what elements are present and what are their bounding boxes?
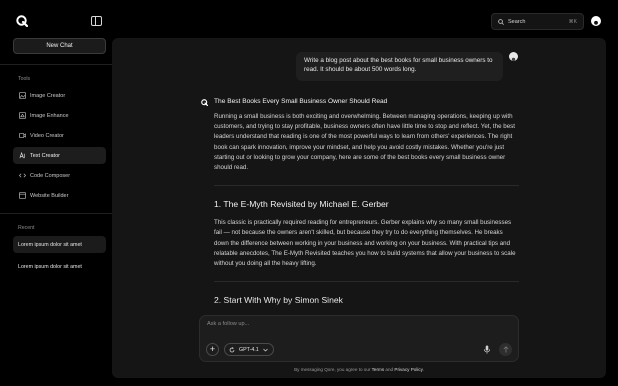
assistant-answer: The Best Books Every Small Business Owne… (214, 98, 519, 314)
user-message: Write a blog post about the best books f… (296, 52, 503, 81)
footer-suffix: . (422, 367, 424, 372)
refresh-icon (229, 346, 235, 352)
sidebar: New Chat Tools Image Creator Image Enhan… (0, 0, 112, 386)
sidebar-divider (0, 213, 112, 214)
answer-divider (214, 185, 519, 187)
image-enhance-icon (19, 112, 26, 119)
terms-link[interactable]: Terms (372, 367, 385, 372)
add-attachment-button[interactable]: + (206, 343, 219, 356)
sidebar-item-label: Image Enhance (30, 112, 69, 119)
user-icon (511, 57, 516, 61)
section-heading: 1. The E-Myth Revisited by Michael E. Ge… (214, 199, 389, 210)
sidebar-item-website-builder[interactable]: Website Builder (13, 187, 106, 204)
sidebar-item-video-creator[interactable]: Video Creator (13, 127, 106, 144)
sidebar-item-code-composer[interactable]: Code Composer (13, 167, 106, 184)
sidebar-item-text-creator[interactable]: Text Creator (13, 147, 106, 164)
sidebar-item-label: Image Creator (30, 92, 66, 99)
answer-intro: Running a small business is both excitin… (214, 113, 515, 172)
video-icon (19, 132, 26, 139)
recent-section-label: Recent (18, 225, 35, 231)
website-icon (19, 192, 26, 199)
user-icon (594, 20, 598, 25)
user-avatar[interactable] (591, 16, 601, 26)
search-shortcut: ⌘K (568, 18, 577, 25)
code-icon (19, 173, 26, 178)
model-label: GPT-4.1 (239, 346, 259, 353)
search-label: Search (508, 18, 526, 25)
text-icon (19, 152, 25, 159)
model-selector[interactable]: GPT-4.1 (224, 343, 274, 356)
new-chat-button[interactable]: New Chat (13, 38, 106, 54)
chat-panel: Write a blog post about the best books f… (112, 38, 606, 378)
footer-and: and (384, 367, 395, 372)
terms-footer: By messaging Qore, you agree to our Term… (112, 367, 606, 372)
assistant-logo-icon (201, 99, 208, 106)
answer-divider (214, 281, 519, 283)
follow-up-input[interactable]: Ask a follow up... (207, 321, 249, 327)
recent-chat-item[interactable]: Lorem ipsum dolor sit amet (13, 236, 106, 253)
footer-prefix: By messaging Qore, you agree to our (294, 367, 372, 372)
sidebar-item-label: Text Creator (30, 152, 60, 159)
user-message-avatar (509, 52, 518, 61)
image-icon (19, 92, 26, 99)
search-icon (498, 18, 504, 25)
message-composer: Ask a follow up... + GPT-4.1 (199, 315, 519, 362)
sidebar-item-label: Code Composer (30, 172, 71, 179)
arrow-up-icon (503, 346, 508, 353)
answer-title: The Best Books Every Small Business Owne… (214, 98, 388, 105)
search-button[interactable]: Search ⌘K (491, 13, 584, 30)
sidebar-toggle-icon[interactable] (91, 16, 102, 26)
section-body: This classic is practically required rea… (214, 219, 516, 268)
sidebar-item-image-creator[interactable]: Image Creator (13, 87, 106, 104)
app-logo-icon[interactable] (16, 15, 28, 27)
chevron-down-icon (262, 348, 268, 351)
microphone-icon[interactable] (483, 345, 491, 354)
sidebar-item-label: Video Creator (30, 132, 64, 139)
scroll-fade (112, 300, 606, 316)
privacy-policy-link[interactable]: Privacy Policy (394, 367, 422, 372)
send-button[interactable] (499, 343, 512, 356)
recent-chat-item[interactable]: Lorem ipsum dolor sit amet (13, 258, 106, 275)
sidebar-item-image-enhance[interactable]: Image Enhance (13, 107, 106, 124)
sidebar-item-label: Website Builder (30, 192, 69, 199)
plus-icon: + (209, 344, 216, 354)
tools-section-label: Tools (18, 76, 31, 82)
sidebar-divider (0, 64, 112, 65)
